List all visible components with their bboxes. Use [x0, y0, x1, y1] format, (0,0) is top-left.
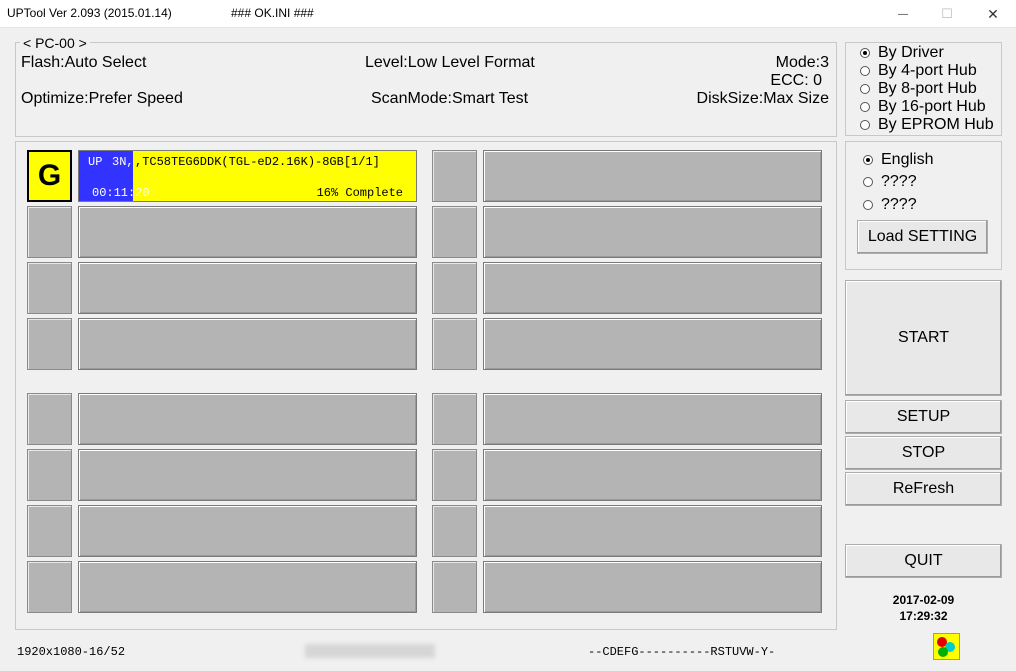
maximize-button[interactable]: ☐	[924, 0, 970, 28]
slot-indicator	[432, 262, 477, 314]
hub-option-label: By 4-port Hub	[878, 62, 977, 79]
title-bar: UPTool Ver 2.093 (2015.01.14) ### OK.INI…	[0, 0, 1016, 28]
resolution-status: 1920x1080-16/52	[17, 645, 126, 659]
hub-option-eprom[interactable]: By EPROM Hub	[860, 116, 994, 134]
drive-letter: G	[37, 159, 62, 192]
close-button[interactable]: ✕	[970, 0, 1016, 28]
minimize-button[interactable]: —	[880, 0, 926, 28]
slot-bar	[78, 505, 417, 557]
radio-icon	[860, 48, 870, 58]
hub-option-label: By 16-port Hub	[878, 98, 986, 115]
optimize-info: Optimize:Prefer Speed	[21, 90, 183, 107]
pc-group-label: < PC-00 >	[20, 35, 90, 51]
slot-bar	[483, 561, 822, 613]
radio-icon	[860, 84, 870, 94]
hub-option-16-port[interactable]: By 16-port Hub	[860, 98, 986, 116]
slot-indicator	[432, 206, 477, 258]
hub-option-label: By 8-port Hub	[878, 80, 977, 97]
language-option-english[interactable]: English	[863, 151, 933, 169]
slot-bar	[483, 318, 822, 370]
slot-device-info: ,TC58TEG6DDK(TGL-eD2.16K)-8GB[1/1]	[135, 155, 380, 169]
setup-button[interactable]: SETUP	[845, 400, 1002, 434]
disksize-info: DiskSize:Max Size	[696, 90, 829, 107]
slot-indicator	[27, 393, 72, 445]
radio-icon	[860, 66, 870, 76]
current-time: 17:29:32	[899, 609, 948, 623]
slot-bar	[483, 449, 822, 501]
hub-option-label: By Driver	[878, 44, 944, 61]
level-info: Level:Low Level Format	[365, 54, 535, 71]
slot-status: 16% Complete	[316, 186, 403, 200]
slot-line-prefix: UP	[88, 155, 103, 169]
slot-indicator	[432, 150, 477, 202]
slot-indicator	[432, 318, 477, 370]
radio-icon	[863, 200, 873, 210]
language-option-label: ????	[881, 173, 917, 190]
quit-button[interactable]: QUIT	[845, 544, 1002, 578]
slot-bar	[78, 393, 417, 445]
mode-info: Mode:3	[775, 54, 829, 71]
slot-bar	[483, 150, 822, 202]
minimize-icon: —	[898, 8, 908, 20]
hub-mode-group: By Driver By 4-port Hub By 8-port Hub By…	[845, 42, 1002, 136]
slot-indicator	[27, 318, 72, 370]
redacted-text	[305, 644, 435, 658]
hub-option-label: By EPROM Hub	[878, 116, 994, 133]
drive-letter-badge[interactable]: G	[27, 150, 72, 202]
hub-option-4-port[interactable]: By 4-port Hub	[860, 62, 977, 80]
slot-bar	[483, 393, 822, 445]
slot-bar	[78, 206, 417, 258]
scanmode-info: ScanMode:Smart Test	[371, 90, 529, 107]
language-group: English ???? ???? Load SETTING	[845, 141, 1002, 270]
hub-option-8-port[interactable]: By 8-port Hub	[860, 80, 977, 98]
slot-indicator	[432, 505, 477, 557]
language-option-2[interactable]: ????	[863, 173, 917, 191]
start-button[interactable]: START	[845, 280, 1002, 396]
slot-line-mid: 3N,	[112, 155, 134, 169]
slot-indicator	[27, 262, 72, 314]
load-setting-button[interactable]: Load SETTING	[857, 220, 988, 254]
ecc-info: ECC: 0	[770, 72, 822, 89]
slot-bar	[483, 206, 822, 258]
slot-bar	[78, 318, 417, 370]
flash-info: Flash:Auto Select	[21, 54, 147, 71]
hub-option-by-driver[interactable]: By Driver	[860, 44, 944, 62]
slot-indicator	[432, 393, 477, 445]
slot-indicator	[27, 449, 72, 501]
slot-bar	[483, 262, 822, 314]
drive-map-status: --CDEFG----------RSTUVW-Y-	[588, 645, 776, 659]
slot-indicator	[432, 449, 477, 501]
slot-progress-bar[interactable]: UP 3N, ,TC58TEG6DDK(TGL-eD2.16K)-8GB[1/1…	[78, 150, 417, 202]
stop-button[interactable]: STOP	[845, 436, 1002, 470]
close-icon: ✕	[987, 5, 999, 22]
radio-icon	[863, 177, 873, 187]
radio-icon	[863, 155, 873, 165]
status-light-icon	[933, 633, 960, 660]
slot-bar	[78, 449, 417, 501]
slot-indicator	[27, 561, 72, 613]
slot-indicator	[432, 561, 477, 613]
slot-bar	[78, 262, 417, 314]
maximize-icon: ☐	[941, 6, 953, 21]
slot-indicator	[27, 206, 72, 258]
slot-indicator	[27, 505, 72, 557]
ini-status: ### OK.INI ###	[231, 6, 314, 20]
radio-icon	[860, 120, 870, 130]
window-title: UPTool Ver 2.093 (2015.01.14)	[7, 6, 172, 20]
green-dot-icon	[938, 647, 948, 657]
language-option-3[interactable]: ????	[863, 196, 917, 214]
language-option-label: English	[881, 151, 934, 168]
slot-bar	[483, 505, 822, 557]
refresh-button[interactable]: ReFresh	[845, 472, 1002, 506]
slot-bar	[78, 561, 417, 613]
pc-info-group: < PC-00 > Flash:Auto Select Level:Low Le…	[15, 35, 837, 137]
current-date: 2017-02-09	[892, 593, 955, 607]
radio-icon	[860, 102, 870, 112]
slot-elapsed-time: 00:11:20	[92, 186, 150, 200]
language-option-label: ????	[881, 196, 917, 213]
